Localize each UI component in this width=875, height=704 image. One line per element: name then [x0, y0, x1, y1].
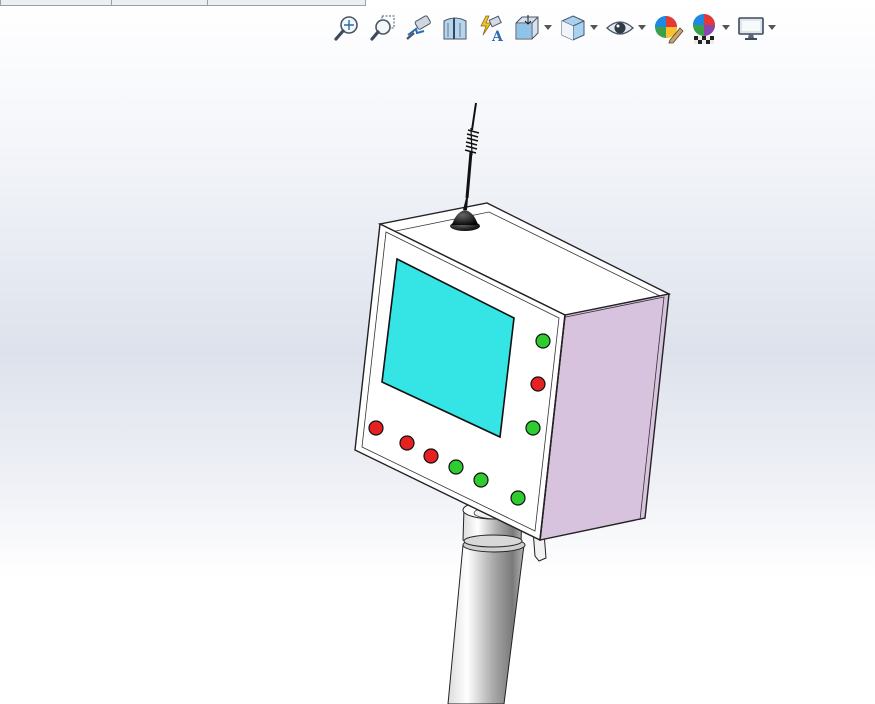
- support-pole: [447, 500, 526, 704]
- red-button: [530, 376, 546, 392]
- green-button: [448, 459, 464, 475]
- red-button: [423, 448, 439, 464]
- 3d-model-viewport[interactable]: [0, 0, 875, 704]
- red-button: [368, 420, 384, 436]
- red-button: [399, 435, 415, 451]
- green-button: [510, 490, 526, 506]
- green-button: [535, 333, 551, 349]
- green-button: [473, 472, 489, 488]
- green-button: [525, 420, 541, 436]
